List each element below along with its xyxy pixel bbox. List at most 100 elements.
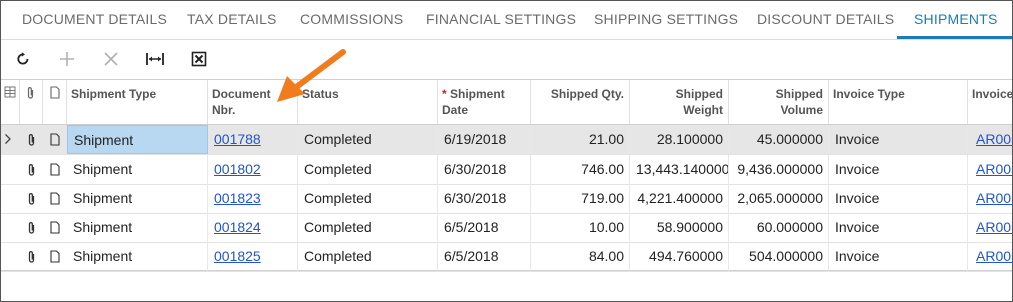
tab-bar: DOCUMENT DETAILS TAX DETAILS COMMISSIONS… <box>1 1 1012 40</box>
table-row[interactable]: Shipment 001823 Completed 6/30/2018 719.… <box>1 184 1012 214</box>
status-cell[interactable]: Completed <box>298 155 438 184</box>
shipped-qty-cell[interactable]: 719.00 <box>531 184 630 213</box>
delete-icon[interactable] <box>100 48 122 70</box>
shipped-qty-cell[interactable]: 10.00 <box>531 213 630 242</box>
col-shipped-qty[interactable]: Shipped Qty. <box>531 80 630 124</box>
paperclip-icon[interactable] <box>20 125 43 154</box>
col-invoice[interactable]: Invoice <box>968 80 1013 124</box>
col-invoice-type[interactable]: Invoice Type <box>829 80 968 124</box>
table-row[interactable]: Shipment 001824 Completed 6/5/2018 10.00… <box>1 213 1012 243</box>
col-shipped-weight-label: Shipped Weight <box>675 87 723 117</box>
tab-commissions[interactable]: COMMISSIONS <box>300 1 403 37</box>
col-shipment-date-label: Shipment Date <box>442 87 505 117</box>
document-nbr-link[interactable]: 001823 <box>208 184 298 213</box>
document-nbr-link[interactable]: 001824 <box>208 213 298 242</box>
invoice-link[interactable]: AR005 <box>968 184 1012 213</box>
tab-document-details[interactable]: DOCUMENT DETAILS <box>22 1 167 37</box>
status-cell[interactable]: Completed <box>298 242 438 271</box>
shipped-volume-cell[interactable]: 60.000000 <box>729 213 829 242</box>
table-row[interactable]: Shipment 001802 Completed 6/30/2018 746.… <box>1 155 1012 185</box>
refresh-icon[interactable] <box>12 48 34 70</box>
col-status-label: Status <box>302 87 339 101</box>
shipped-qty-cell[interactable]: 84.00 <box>531 242 630 271</box>
invoice-link[interactable]: AR005 <box>968 155 1012 184</box>
chevron-right-icon[interactable] <box>4 132 12 150</box>
shipped-qty-cell[interactable]: 746.00 <box>531 155 630 184</box>
shipment-type-cell[interactable]: Shipment <box>67 125 208 154</box>
col-shipped-qty-label: Shipped Qty. <box>550 87 624 101</box>
tab-tax-details[interactable]: TAX DETAILS <box>187 1 277 37</box>
note-icon[interactable] <box>43 125 67 154</box>
shipped-weight-cell[interactable]: 494.760000 <box>630 242 729 271</box>
shipped-volume-cell[interactable]: 504.000000 <box>729 242 829 271</box>
column-config-icon[interactable] <box>4 86 16 98</box>
shipment-date-cell[interactable]: 6/30/2018 <box>438 155 531 184</box>
invoice-link[interactable]: AR005 <box>968 125 1012 154</box>
invoice-type-cell[interactable]: Invoice <box>829 242 968 271</box>
shipped-volume-cell[interactable]: 45.000000 <box>729 125 829 154</box>
shipped-volume-cell[interactable]: 9,436.000000 <box>729 155 829 184</box>
col-invoice-type-label: Invoice Type <box>833 87 905 101</box>
col-document-nbr-label: Document Nbr. <box>212 87 271 117</box>
shipment-date-cell[interactable]: 6/5/2018 <box>438 242 531 271</box>
shipment-type-cell[interactable]: Shipment <box>67 213 208 242</box>
col-shipment-type[interactable]: Shipment Type <box>67 80 208 124</box>
note-icon[interactable] <box>43 213 67 242</box>
col-shipped-volume[interactable]: Shipped Volume <box>729 80 829 124</box>
fit-width-icon[interactable] <box>144 48 166 70</box>
invoice-link[interactable]: AR005 <box>968 242 1012 271</box>
export-excel-icon[interactable] <box>188 48 210 70</box>
status-cell[interactable]: Completed <box>298 184 438 213</box>
shipped-volume-cell[interactable]: 2,065.000000 <box>729 184 829 213</box>
shipment-type-cell[interactable]: Shipment <box>67 155 208 184</box>
table-row[interactable]: Shipment 001788 Completed 6/19/2018 21.0… <box>1 125 1012 155</box>
status-cell[interactable]: Completed <box>298 213 438 242</box>
paperclip-icon[interactable] <box>20 213 43 242</box>
tab-discount-details[interactable]: DISCOUNT DETAILS <box>757 1 894 37</box>
invoice-type-cell[interactable]: Invoice <box>829 155 968 184</box>
col-shipment-date[interactable]: * Shipment Date <box>438 80 531 124</box>
col-invoice-label: Invoice <box>972 87 1013 101</box>
note-icon[interactable] <box>43 155 67 184</box>
paperclip-icon[interactable] <box>20 184 43 213</box>
col-document-nbr[interactable]: Document Nbr. <box>208 80 298 124</box>
col-status[interactable]: Status <box>298 80 438 124</box>
paperclip-icon[interactable] <box>20 155 43 184</box>
tab-shipping-settings[interactable]: SHIPPING SETTINGS <box>594 1 738 37</box>
tab-shipments[interactable]: SHIPMENTS <box>896 1 1012 39</box>
shipped-weight-cell[interactable]: 13,443.140000 <box>630 155 729 184</box>
shipment-type-cell[interactable]: Shipment <box>67 184 208 213</box>
shipped-qty-cell[interactable]: 21.00 <box>531 125 630 154</box>
row-selector-header[interactable] <box>1 80 20 124</box>
add-icon[interactable] <box>56 48 78 70</box>
invoice-type-cell[interactable]: Invoice <box>829 213 968 242</box>
col-shipment-type-label: Shipment Type <box>71 87 157 101</box>
invoice-type-cell[interactable]: Invoice <box>829 125 968 154</box>
note-icon[interactable] <box>43 242 67 271</box>
paperclip-icon[interactable] <box>20 242 43 271</box>
shipment-date-cell[interactable]: 6/5/2018 <box>438 213 531 242</box>
note-icon[interactable] <box>43 184 67 213</box>
shipment-date-cell[interactable]: 6/19/2018 <box>438 125 531 154</box>
invoice-link[interactable]: AR005 <box>968 213 1012 242</box>
document-nbr-link[interactable]: 001825 <box>208 242 298 271</box>
document-nbr-link[interactable]: 001802 <box>208 155 298 184</box>
attachments-header <box>20 80 43 124</box>
invoice-type-cell[interactable]: Invoice <box>829 184 968 213</box>
shipment-date-cell[interactable]: 6/30/2018 <box>438 184 531 213</box>
status-cell[interactable]: Completed <box>298 125 438 154</box>
shipment-type-cell[interactable]: Shipment <box>67 242 208 271</box>
notes-header <box>43 80 67 124</box>
paperclip-icon <box>27 87 34 99</box>
shipped-weight-cell[interactable]: 4,221.400000 <box>630 184 729 213</box>
document-nbr-link[interactable]: 001788 <box>208 125 298 154</box>
table-row[interactable]: Shipment 001825 Completed 6/5/2018 84.00… <box>1 242 1012 272</box>
col-shipped-volume-label: Shipped Volume <box>775 87 823 117</box>
shipped-weight-cell[interactable]: 28.100000 <box>630 125 729 154</box>
tab-financial-settings[interactable]: FINANCIAL SETTINGS <box>426 1 576 37</box>
grid-header: Shipment Type Document Nbr. Status * Shi… <box>1 80 1012 125</box>
col-shipped-weight[interactable]: Shipped Weight <box>630 80 729 124</box>
required-marker: * <box>442 87 447 101</box>
note-icon <box>50 86 60 99</box>
shipped-weight-cell[interactable]: 58.900000 <box>630 213 729 242</box>
